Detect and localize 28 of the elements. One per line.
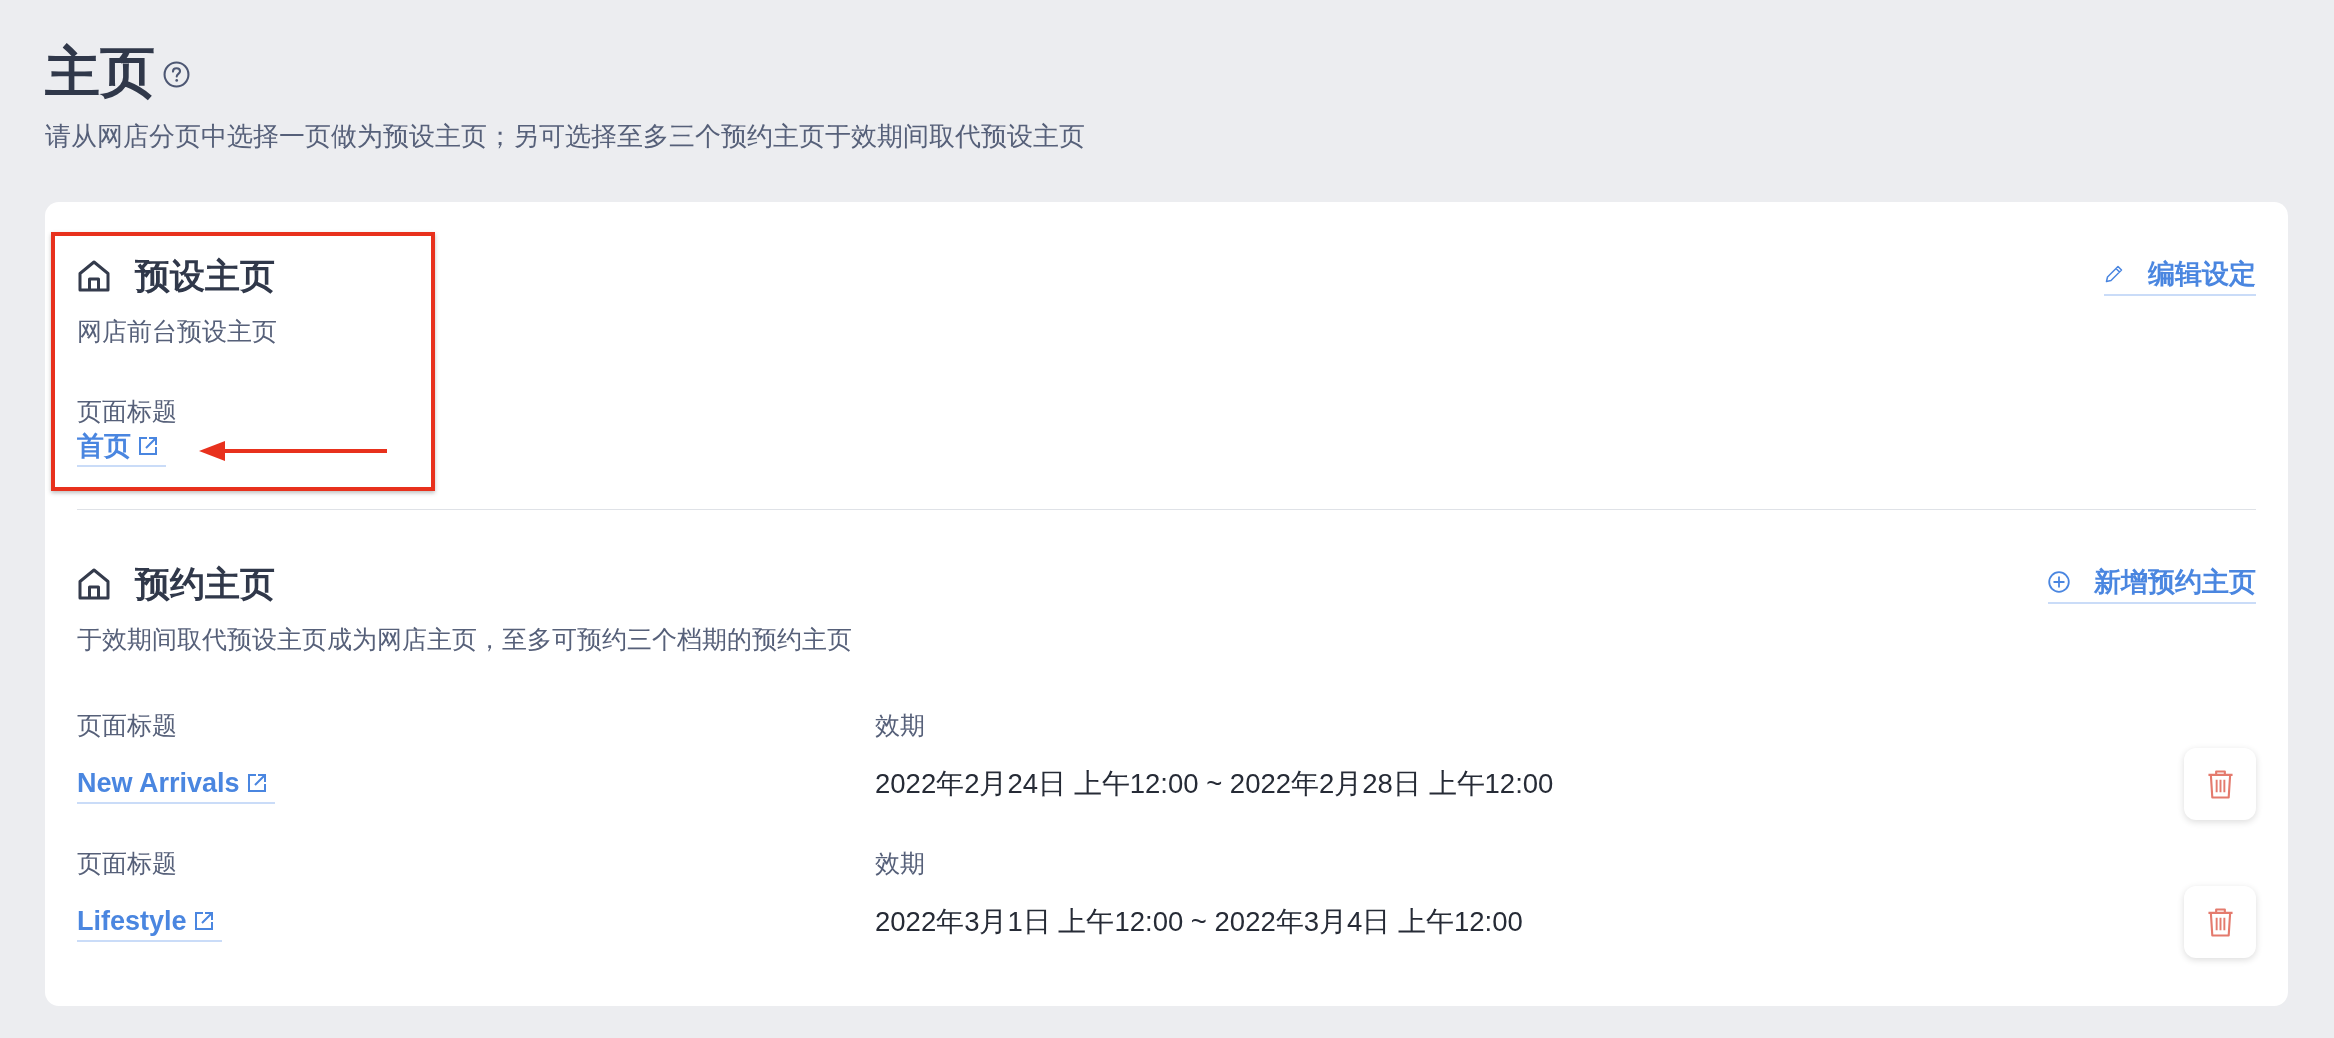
help-icon[interactable] [163, 60, 190, 88]
page-link[interactable]: 首页 [77, 428, 166, 467]
section-description: 网店前台预设主页 [77, 316, 277, 347]
section-title: 预设主页 [135, 255, 275, 297]
external-link-icon [136, 434, 160, 458]
period-text: 2022年2月24日 上午12:00 ~ 2022年2月28日 上午12:00 [875, 767, 1554, 801]
delete-button[interactable] [2184, 748, 2256, 820]
page-title: 主页 [45, 40, 155, 105]
delete-button[interactable] [2184, 886, 2256, 958]
add-link[interactable]: 新增预约主页 [2048, 564, 2256, 604]
section-description: 于效期间取代预设主页成为网店主页，至多可预约三个档期的预约主页 [77, 624, 852, 655]
trash-icon [2206, 769, 2234, 799]
field-label: 页面标题 [77, 396, 177, 427]
page-link[interactable]: Lifestyle [77, 902, 222, 942]
field-label: 页面标题 [77, 710, 177, 741]
period-text: 2022年3月1日 上午12:00 ~ 2022年3月4日 上午12:00 [875, 905, 1523, 939]
trash-icon [2206, 907, 2234, 937]
house-icon [77, 567, 111, 601]
page-description: 请从网店分页中选择一页做为预设主页；另可选择至多三个预约主页于效期间取代预设主页 [45, 120, 1085, 153]
pencil-icon [2104, 264, 2124, 284]
page-link[interactable]: New Arrivals [77, 764, 275, 804]
section-title: 预约主页 [135, 563, 275, 605]
house-icon [77, 259, 111, 293]
period-label: 效期 [875, 710, 925, 741]
plus-circle-icon [2048, 571, 2070, 593]
field-label: 页面标题 [77, 848, 177, 879]
period-label: 效期 [875, 848, 925, 879]
edit-link[interactable]: 编辑设定 [2104, 256, 2256, 296]
